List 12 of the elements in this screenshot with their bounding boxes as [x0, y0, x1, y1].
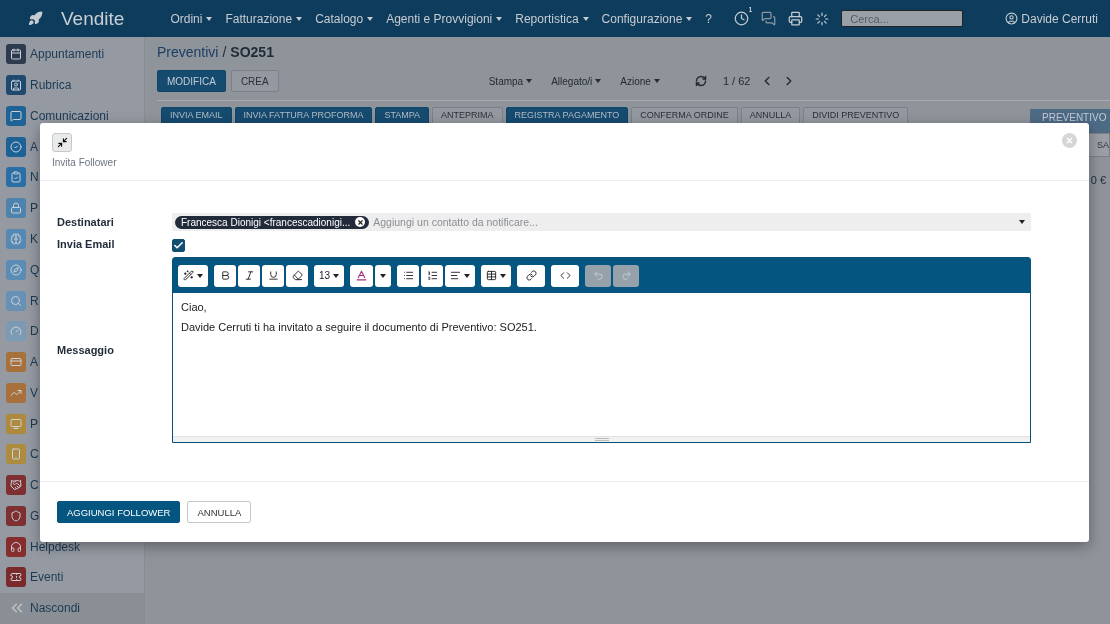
message-text: Ciao,	[181, 301, 208, 313]
breadcrumb-separator: /	[222, 44, 227, 60]
dialog-title: Invita Follower	[52, 157, 117, 168]
record-title: SO251	[230, 44, 274, 60]
app-title: Vendite	[61, 7, 125, 30]
field-label: Invia Email	[57, 238, 116, 250]
field-label: Messaggio	[57, 344, 115, 356]
field-label: Destinatari	[57, 216, 115, 228]
recipient-tag: Francesca Dionigi <francescadionigi...	[175, 215, 370, 229]
amount: 0 €	[1090, 174, 1106, 186]
message-text: Davide Cerruti ti ha invitato a seguire il documento di Preventivo: SO251.	[181, 321, 538, 333]
pager: 1 / 62	[722, 75, 751, 87]
